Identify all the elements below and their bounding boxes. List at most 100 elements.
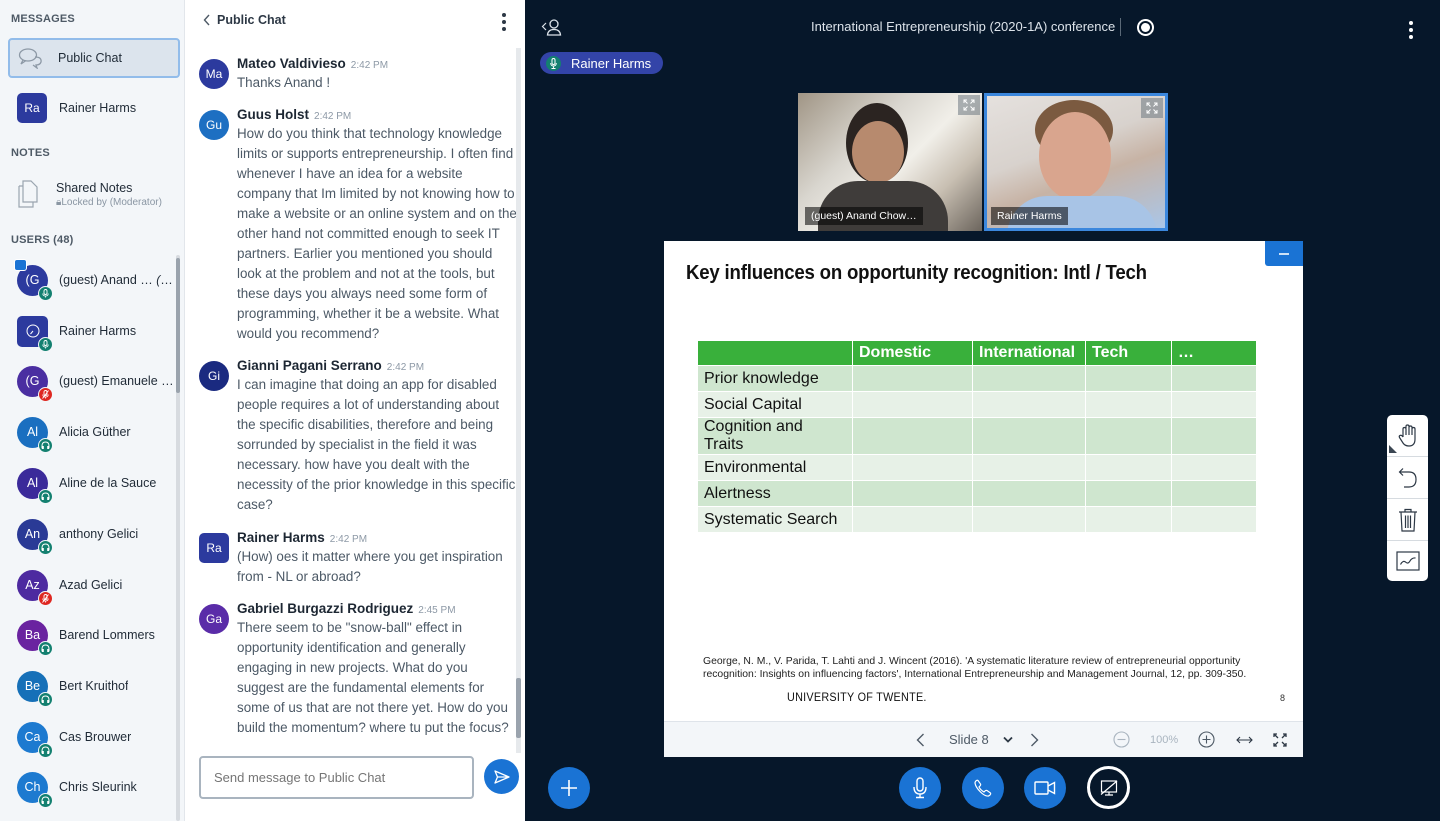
table-cell xyxy=(852,480,973,507)
multi-user-whiteboard-button[interactable] xyxy=(1387,541,1428,581)
avatar: Be xyxy=(17,670,53,707)
zoom-out-button[interactable] xyxy=(1113,731,1130,748)
user-list-item[interactable]: Az Azad Gelici xyxy=(17,565,177,606)
notes-section-title: NOTES xyxy=(11,147,50,159)
avatar: (G xyxy=(17,365,53,402)
avatar-initials: Al xyxy=(26,425,39,439)
actions-plus-button[interactable] xyxy=(548,767,590,809)
undo-button[interactable] xyxy=(1387,457,1428,499)
video-tile-active-speaker[interactable]: Rainer Harms xyxy=(984,93,1168,231)
whiteboard-toolbar xyxy=(1387,415,1428,581)
avatar-initials: Be xyxy=(24,679,41,693)
fullscreen-icon[interactable] xyxy=(1141,98,1163,118)
message-timestamp: 2:42 PM xyxy=(386,362,425,373)
row-label: Prior knowledge xyxy=(697,365,853,392)
table-row: Prior knowledge xyxy=(697,365,1257,392)
table-cell xyxy=(1171,391,1257,418)
options-menu-icon[interactable] xyxy=(1409,21,1413,39)
table-cell xyxy=(972,391,1086,418)
table-header-cell: International xyxy=(972,340,1086,366)
table-cell xyxy=(972,454,1086,481)
line-chart-icon xyxy=(1395,551,1420,571)
microphone-icon xyxy=(546,55,561,71)
user-list-scrollbar-thumb[interactable] xyxy=(176,258,180,393)
fullscreen-icon[interactable] xyxy=(958,95,980,115)
private-chat-item[interactable]: Ra Rainer Harms xyxy=(17,88,189,128)
title-divider xyxy=(1120,18,1121,36)
table-cell xyxy=(1085,506,1172,533)
user-list-item[interactable]: Ca Cas Brouwer xyxy=(17,717,177,758)
toggle-user-list-icon[interactable] xyxy=(541,18,563,36)
user-list-item[interactable]: Be Bert Kruithof xyxy=(17,666,177,707)
avatar-initials: Az xyxy=(25,578,40,592)
chat-scrollbar[interactable] xyxy=(516,48,521,753)
chat-header: Public Chat xyxy=(185,0,525,40)
message-timestamp: 2:45 PM xyxy=(418,605,456,616)
headphones-icon xyxy=(38,691,53,707)
table-cell xyxy=(1085,480,1172,507)
table-cell xyxy=(1085,417,1172,455)
row-label: Cognition and Traits xyxy=(697,417,853,455)
chat-options-icon[interactable] xyxy=(502,13,506,31)
user-name: Barend Lommers xyxy=(59,628,155,642)
talking-indicator[interactable]: Rainer Harms xyxy=(540,52,664,74)
avatar-initials: An xyxy=(24,527,41,541)
hand-tool-button[interactable] xyxy=(1387,415,1428,457)
zoom-in-button[interactable] xyxy=(1198,731,1215,748)
fullscreen-presentation-button[interactable] xyxy=(1273,732,1287,747)
chat-message-input[interactable] xyxy=(199,756,474,799)
slide-title: Key influences on opportunity recognitio… xyxy=(686,262,1147,284)
chevron-right-icon xyxy=(1030,733,1039,747)
table-cell xyxy=(1085,391,1172,418)
user-name: (guest) Anand … (You) xyxy=(59,273,177,287)
avatar: (G xyxy=(14,258,53,301)
notes-document-icon xyxy=(17,180,39,208)
mute-microphone-button[interactable] xyxy=(899,767,941,809)
share-webcam-button[interactable] xyxy=(1024,767,1066,809)
shared-notes-label: Shared Notes xyxy=(56,180,133,195)
table-row: Social Capital xyxy=(697,391,1257,418)
previous-slide-button[interactable] xyxy=(916,733,925,747)
leave-audio-button[interactable] xyxy=(962,767,1004,809)
shared-notes-item[interactable]: Shared Notes 🔒︎Locked by (Moderator) xyxy=(17,180,162,208)
user-list-item[interactable]: (G (guest) Anand … (You) xyxy=(14,258,177,301)
messages-section-title: MESSAGES xyxy=(11,13,75,25)
user-list-item[interactable]: Rainer Harms xyxy=(17,311,177,352)
send-message-button[interactable] xyxy=(484,759,519,794)
video-tile[interactable]: (guest) Anand Chow… xyxy=(798,93,982,231)
chat-scrollbar-thumb[interactable] xyxy=(516,678,521,738)
table-cell xyxy=(852,365,973,392)
user-name: Bert Kruithof xyxy=(59,679,129,693)
notes-locked-status: 🔒︎Locked by (Moderator) xyxy=(56,196,162,208)
chevron-left-icon[interactable] xyxy=(203,14,211,26)
message-timestamp: 2:42 PM xyxy=(350,60,389,71)
avatar-initials: Ca xyxy=(24,730,41,744)
public-chat-item[interactable]: Public Chat xyxy=(8,38,180,78)
table-cell xyxy=(1171,365,1257,392)
slide-select-dropdown[interactable]: Slide 8 xyxy=(949,732,1013,747)
table-cell xyxy=(972,506,1086,533)
user-list-item[interactable]: Ch Chris Sleurink xyxy=(17,767,177,808)
public-chat-label: Public Chat xyxy=(58,51,122,65)
user-list-item[interactable]: Al Aline de la Sauce xyxy=(17,463,177,504)
fit-to-width-button[interactable] xyxy=(1236,736,1253,744)
presentation-slide[interactable]: Key influences on opportunity recognitio… xyxy=(664,241,1303,721)
avatar: Ch xyxy=(17,771,53,808)
table-cell xyxy=(972,417,1086,455)
table-header-cell: Domestic xyxy=(852,340,973,366)
chat-message: Ma Mateo Valdivieso 2:42 PM Thanks Anand ! xyxy=(199,56,517,93)
video-user-name: Rainer Harms xyxy=(991,207,1068,225)
avatar: Ra xyxy=(17,93,47,123)
chat-title[interactable]: Public Chat xyxy=(217,13,286,27)
recording-icon[interactable] xyxy=(1137,19,1154,36)
chat-message: Ga Gabriel Burgazzi Rodriguez 2:45 PM There… xyxy=(199,601,517,738)
user-list-item[interactable]: An anthony Gelici xyxy=(17,514,177,555)
user-list-item[interactable]: (G (guest) Emanuele S… xyxy=(17,361,177,402)
next-slide-button[interactable] xyxy=(1030,733,1039,747)
presenter-icon xyxy=(14,258,27,271)
user-list-item[interactable]: Al Alicia Güther xyxy=(17,412,177,453)
share-screen-button[interactable] xyxy=(1087,766,1130,809)
user-list-item[interactable]: Ba Barend Lommers xyxy=(17,615,177,656)
clear-all-button[interactable] xyxy=(1387,499,1428,541)
minimize-presentation-button[interactable] xyxy=(1265,241,1303,266)
